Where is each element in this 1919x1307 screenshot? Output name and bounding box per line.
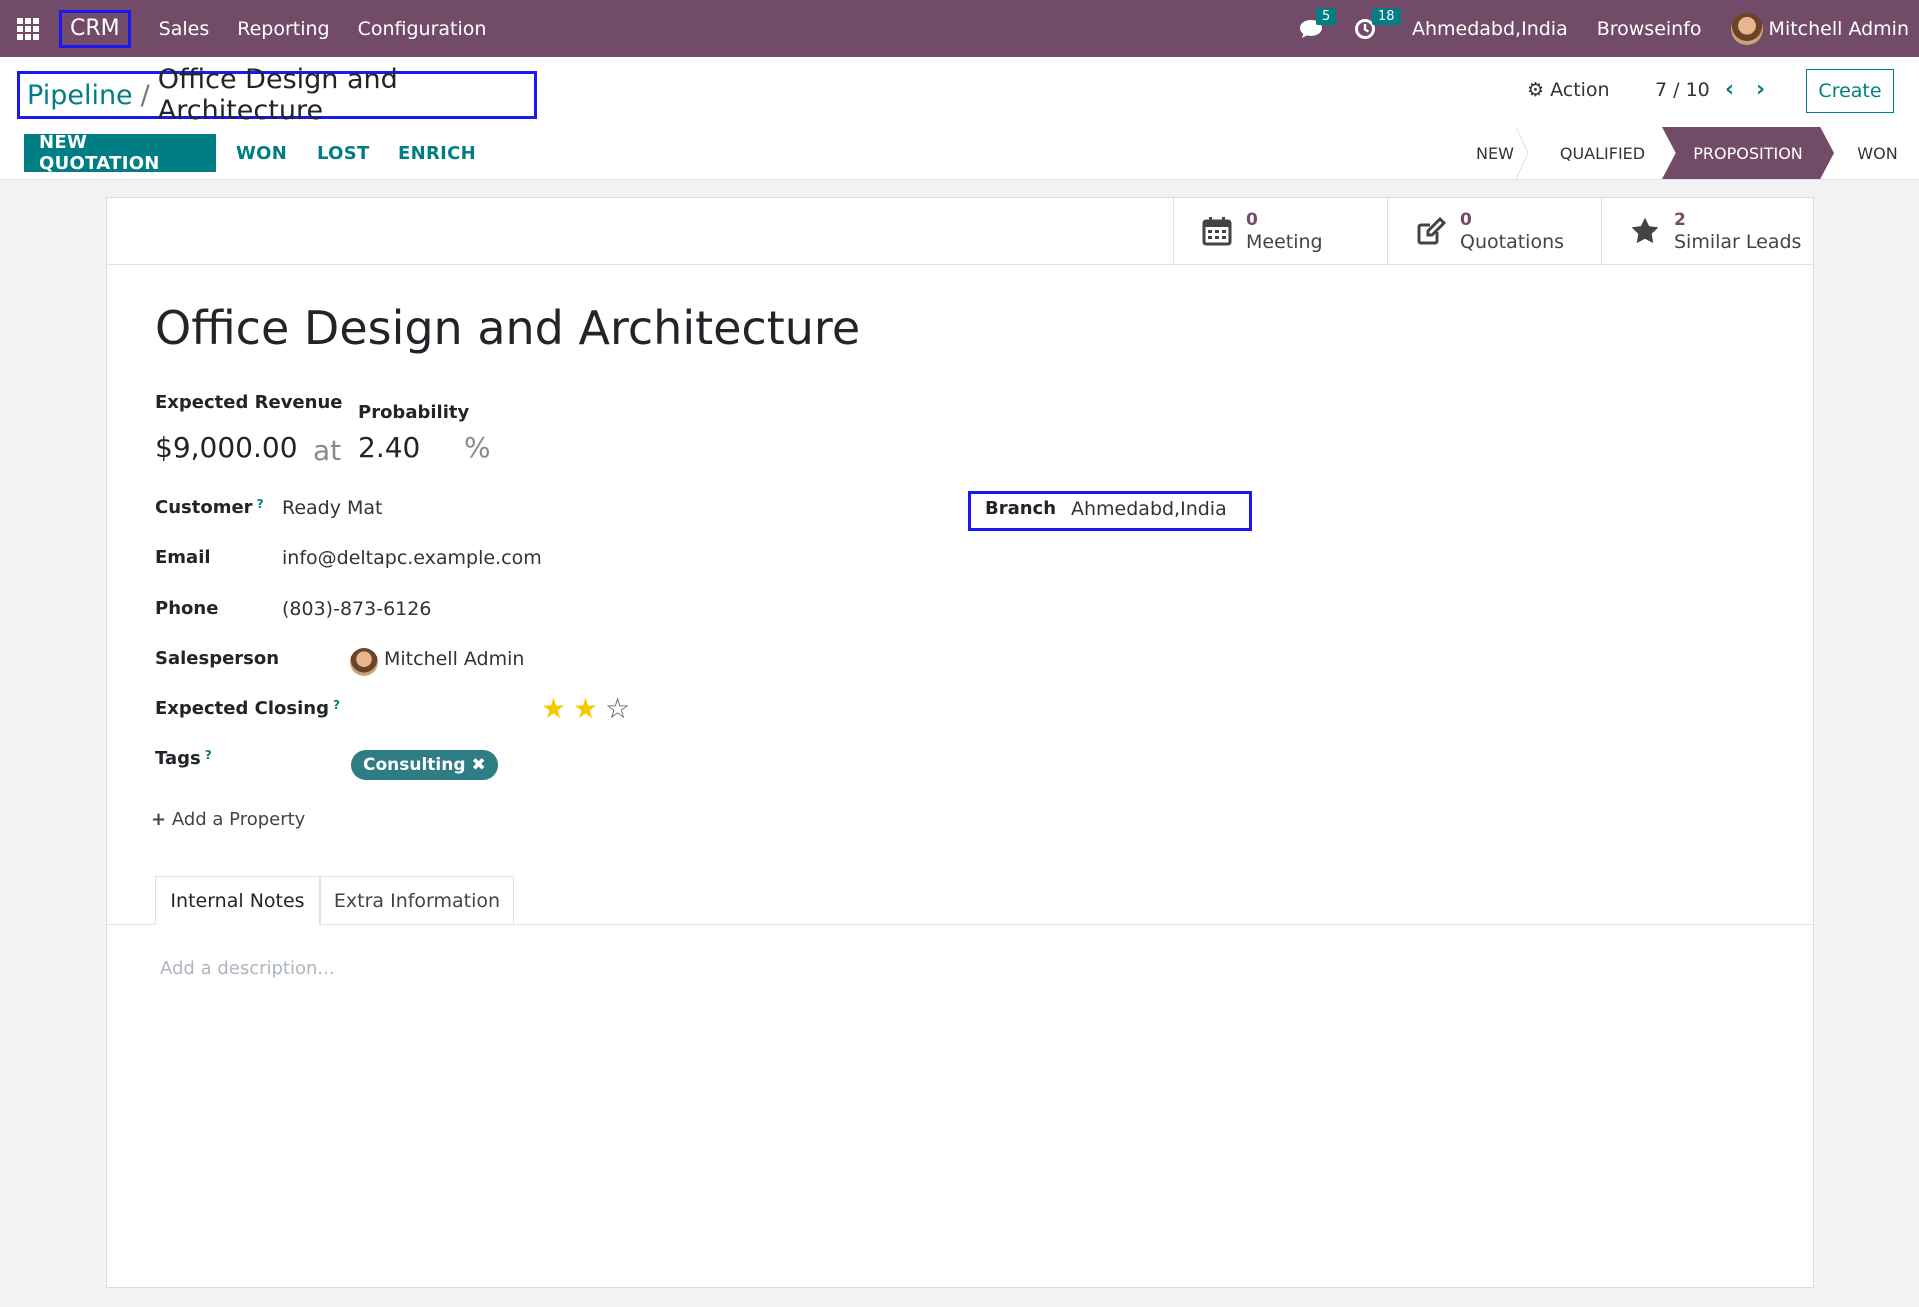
branch-field[interactable]: Ahmedabd,India: [1071, 498, 1227, 520]
messages-count-badge: 5: [1315, 7, 1337, 25]
top-navbar: CRM Sales Reporting Configuration 5 18 A…: [0, 0, 1919, 57]
new-quotation-button[interactable]: NEW QUOTATION: [24, 132, 216, 174]
plus-icon: +: [151, 809, 167, 830]
company-switcher[interactable]: Browseinfo: [1597, 18, 1702, 40]
control-panel: Pipeline / Office Design and Architectur…: [0, 57, 1919, 128]
probability-field[interactable]: 2.40: [358, 431, 420, 464]
tab-extra-information[interactable]: Extra Information: [320, 876, 514, 925]
percent-sign: %: [464, 431, 491, 464]
quotations-label: Quotations: [1460, 231, 1565, 253]
enrich-button[interactable]: ENRICH: [383, 134, 491, 172]
stage-won[interactable]: WON: [1840, 127, 1915, 179]
similar-leads-count: 2: [1674, 210, 1686, 230]
star-icon: [1628, 214, 1662, 248]
branch-label: Branch: [985, 498, 1057, 519]
description-field[interactable]: Add a description...: [160, 958, 335, 979]
branch-switcher[interactable]: Ahmedabd,India: [1412, 18, 1568, 40]
priority-star-filled-icon[interactable]: ★: [541, 692, 566, 725]
user-avatar[interactable]: [1730, 12, 1763, 45]
salesperson-field[interactable]: Mitchell Admin: [384, 648, 524, 670]
expected-revenue-field[interactable]: $9,000.00: [155, 431, 298, 464]
help-icon[interactable]: ?: [333, 698, 340, 712]
smart-button-box: 0 Meeting 0 Quotations 2 Similar Leads: [107, 198, 1813, 265]
pager-next-icon[interactable]: ›: [1756, 77, 1765, 102]
messages-button[interactable]: 5: [1298, 7, 1337, 40]
help-icon[interactable]: ?: [205, 748, 212, 762]
form-sheet: 0 Meeting 0 Quotations 2 Similar Leads O…: [106, 197, 1814, 1288]
activities-button[interactable]: 18: [1354, 7, 1401, 40]
menu-configuration[interactable]: Configuration: [358, 18, 487, 40]
customer-field[interactable]: Ready Mat: [282, 497, 383, 519]
meeting-label: Meeting: [1246, 231, 1323, 253]
salesperson-avatar: [350, 648, 378, 676]
create-button[interactable]: Create: [1806, 69, 1894, 113]
breadcrumb-pipeline[interactable]: Pipeline: [27, 80, 133, 111]
salesperson-label: Salesperson: [155, 648, 280, 669]
email-label: Email: [155, 547, 211, 568]
tab-internal-notes[interactable]: Internal Notes: [155, 876, 320, 925]
expected-closing-label: Expected Closing?: [155, 698, 340, 719]
customer-label-text: Customer: [155, 497, 253, 518]
tags-label: Tags?: [155, 748, 212, 769]
pager-value[interactable]: 7 / 10: [1655, 79, 1710, 101]
calendar-icon: [1200, 214, 1234, 248]
notebook-tabs: Internal Notes Extra Information: [107, 876, 1813, 925]
add-property-button[interactable]: + Add a Property: [151, 809, 305, 830]
action-label: Action: [1550, 79, 1610, 101]
edit-icon: [1414, 214, 1448, 248]
won-button[interactable]: WON: [221, 134, 302, 172]
priority-star-filled-icon[interactable]: ★: [573, 692, 598, 725]
phone-field[interactable]: (803)-873-6126: [282, 598, 431, 620]
apps-menu-icon[interactable]: [17, 17, 39, 40]
action-menu-button[interactable]: ⚙ Action: [1527, 79, 1610, 101]
add-property-label: Add a Property: [171, 809, 306, 830]
remove-tag-icon[interactable]: ✖: [472, 755, 486, 775]
probability-label: Probability: [358, 402, 470, 423]
similar-leads-label: Similar Leads: [1674, 231, 1802, 253]
app-name-crm[interactable]: CRM: [59, 9, 131, 48]
breadcrumb-current: Office Design and Architecture: [157, 64, 398, 126]
customer-label: Customer?: [155, 497, 264, 518]
record-title[interactable]: Office Design and Architecture: [155, 301, 860, 355]
at-text: at: [313, 434, 342, 467]
similar-leads-smart-button[interactable]: 2 Similar Leads: [1601, 198, 1813, 264]
tags-label-text: Tags: [155, 748, 201, 769]
meeting-count: 0: [1246, 210, 1258, 230]
email-field[interactable]: info@deltapc.example.com: [282, 547, 542, 569]
quotations-count: 0: [1460, 210, 1472, 230]
lost-button[interactable]: LOST: [302, 134, 385, 172]
breadcrumb: Pipeline / Office Design and Architectur…: [17, 64, 537, 126]
meeting-smart-button[interactable]: 0 Meeting: [1173, 198, 1387, 264]
expected-closing-label-text: Expected Closing: [155, 698, 329, 719]
stage-divider: [1515, 127, 1529, 179]
gear-icon: ⚙: [1527, 79, 1545, 101]
expected-revenue-label: Expected Revenue: [155, 392, 343, 413]
menu-reporting[interactable]: Reporting: [237, 18, 329, 40]
tag-label: Consulting: [363, 755, 466, 775]
priority-star-empty-icon[interactable]: ☆: [605, 692, 630, 725]
quotations-smart-button[interactable]: 0 Quotations: [1387, 198, 1601, 264]
phone-label: Phone: [155, 598, 219, 619]
pager-previous-icon[interactable]: ‹: [1725, 77, 1734, 102]
stage-qualified[interactable]: QUALIFIED: [1540, 127, 1665, 179]
user-menu[interactable]: Mitchell Admin: [1769, 18, 1909, 40]
activities-count-badge: 18: [1371, 7, 1401, 25]
stage-proposition[interactable]: PROPOSITION: [1662, 127, 1834, 179]
menu-sales[interactable]: Sales: [159, 18, 210, 40]
breadcrumb-separator: /: [140, 79, 150, 111]
status-bar: NEW QUOTATION WON LOST ENRICH NEW QUALIF…: [0, 127, 1919, 180]
help-icon[interactable]: ?: [257, 497, 264, 511]
tag-consulting[interactable]: Consulting ✖: [351, 750, 498, 780]
